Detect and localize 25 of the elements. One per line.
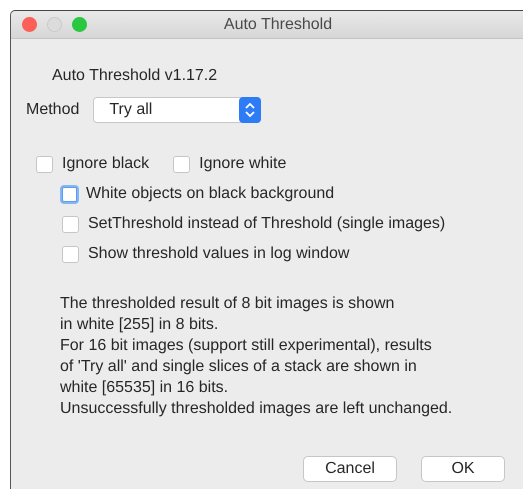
checkbox-label: Show threshold values in log window (88, 245, 350, 263)
info-text: The thresholded result of 8 bit images is shown (60, 294, 396, 314)
checkbox-label: SetThreshold instead of Threshold (single images) (88, 215, 446, 233)
info-text: of 'Try all' and single slices of a stack are shown in (60, 357, 418, 377)
zoom-icon[interactable] (72, 17, 87, 32)
info-text: For 16 bit images (support still experimental), results (60, 336, 433, 356)
dialog-button[interactable]: OK (421, 456, 505, 482)
checkbox-label: White objects on black background (86, 185, 334, 203)
info-text: Unsuccessfully thresholded images are left unchanged. (60, 399, 454, 419)
checkbox-label: Ignore black (62, 155, 150, 173)
checkbox[interactable] (173, 156, 190, 172)
method-dropdown[interactable]: Try all (93, 97, 262, 123)
info-text: white [65535] in 16 bits. (60, 378, 230, 398)
dialog-button[interactable]: Cancel (303, 456, 397, 482)
checkbox[interactable] (62, 246, 79, 262)
close-icon[interactable] (22, 17, 37, 32)
checkbox-label: Ignore white (199, 155, 286, 173)
window-title: Auto Threshold (224, 16, 332, 34)
minimize-icon[interactable] (47, 17, 62, 32)
version-text: Auto Threshold v1.17.2 (52, 67, 218, 85)
method-label: Method (26, 101, 80, 119)
checkbox[interactable] (62, 216, 79, 232)
checkbox[interactable] (36, 156, 53, 172)
stepper-icon (239, 97, 262, 123)
info-text: in white [255] in 8 bits. (60, 315, 220, 335)
